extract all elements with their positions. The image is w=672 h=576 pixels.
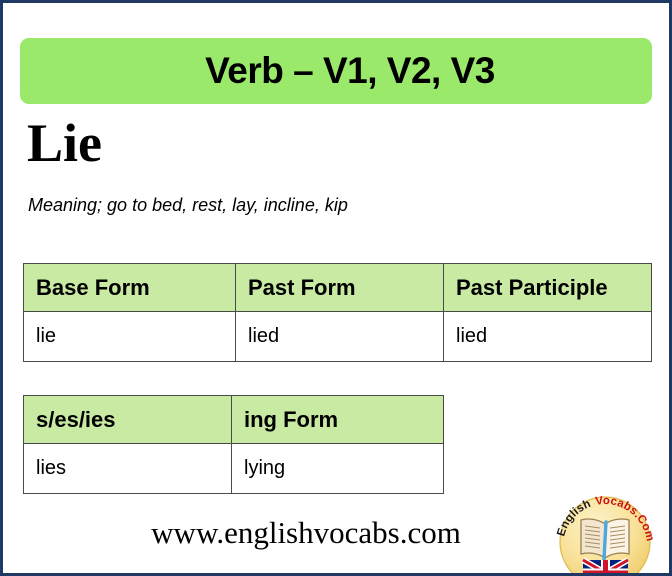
uk-flag-icon bbox=[581, 557, 630, 573]
open-book-icon bbox=[580, 518, 630, 561]
page-title: Lie bbox=[27, 113, 102, 173]
column-header-ing-form: ing Form bbox=[231, 395, 444, 444]
cell-s-es-ies: lies bbox=[23, 443, 232, 494]
word-meaning: Meaning; go to bed, rest, lay, incline, … bbox=[28, 195, 348, 215]
verb-inflections-table: s/es/ies ing Form lies lying bbox=[23, 395, 444, 494]
cell-past-form: lied bbox=[235, 311, 444, 362]
table-header-row: s/es/ies ing Form bbox=[23, 395, 444, 444]
verb-forms-banner: Verb – V1, V2, V3 bbox=[20, 38, 652, 104]
table-row: lies lying bbox=[23, 443, 444, 494]
table-row: lie lied lied bbox=[23, 311, 652, 362]
column-header-s-es-ies: s/es/ies bbox=[23, 395, 232, 444]
column-header-past-form: Past Form bbox=[235, 263, 444, 312]
banner-title: Verb – V1, V2, V3 bbox=[205, 50, 495, 91]
englishvocabs-logo: English Vocabs.Com bbox=[553, 490, 657, 573]
column-header-base-form: Base Form bbox=[23, 263, 236, 312]
cell-past-participle: lied bbox=[443, 311, 652, 362]
table-header-row: Base Form Past Form Past Participle bbox=[23, 263, 652, 312]
cell-base-form: lie bbox=[23, 311, 236, 362]
column-header-past-participle: Past Participle bbox=[443, 263, 652, 312]
verb-forms-table: Base Form Past Form Past Participle lie … bbox=[23, 263, 652, 362]
worksheet-page: Verb – V1, V2, V3 Lie Meaning; go to bed… bbox=[0, 0, 672, 576]
cell-ing-form: lying bbox=[231, 443, 444, 494]
